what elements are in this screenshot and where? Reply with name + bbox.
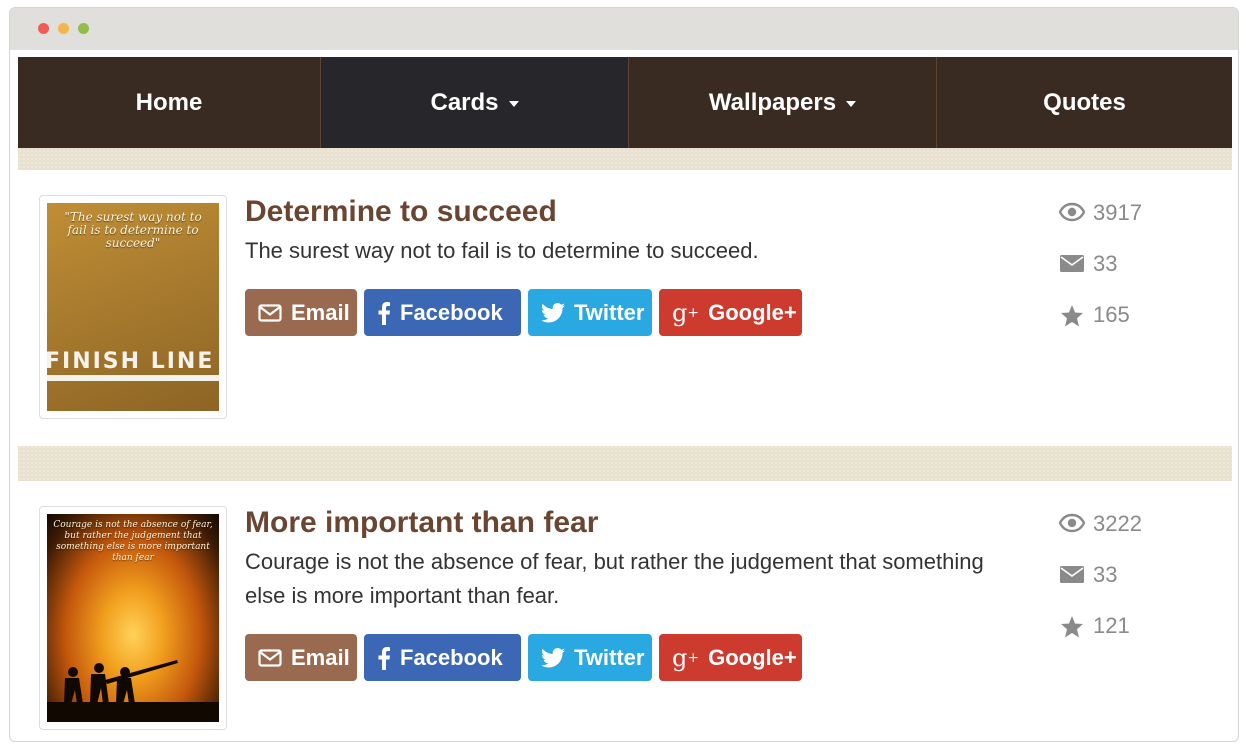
views-count: 3917 <box>1093 200 1142 225</box>
twitter-share-button[interactable]: Twitter <box>528 634 652 681</box>
stars-stat: 121 <box>1059 613 1142 664</box>
google-button-label: Google+ <box>708 299 797 325</box>
card-stats: 3222 33 121 <box>1059 511 1142 664</box>
emails-count: 33 <box>1093 251 1118 276</box>
close-window-button[interactable] <box>38 23 49 34</box>
share-buttons: Email Facebook Twitter g + Google+ <box>245 289 802 336</box>
card-description: Courage is not the absence of fear, but … <box>245 549 984 608</box>
twitter-button-label: Twitter <box>574 299 645 325</box>
facebook-icon <box>377 646 391 670</box>
envelope-icon <box>1059 562 1085 584</box>
quote-image: "The surest way not to fail is to determ… <box>47 203 219 411</box>
google-button-label: Google+ <box>708 644 797 670</box>
nav-item-wallpapers[interactable]: Wallpapers <box>629 57 937 148</box>
nav-item-label: Home <box>135 88 203 116</box>
share-buttons: Email Facebook Twitter g + Google+ <box>245 634 802 681</box>
nav-item-quotes[interactable]: Quotes <box>937 57 1232 148</box>
site-content: Home Cards Wallpapers Quotes "The surest… <box>18 57 1232 741</box>
emails-stat: 33 <box>1059 562 1142 613</box>
email-share-button[interactable]: Email <box>245 289 357 336</box>
facebook-icon <box>377 301 391 325</box>
quote-thumbnail[interactable]: Courage is not the absence of fear, but … <box>39 506 227 730</box>
twitter-icon <box>541 647 565 668</box>
card-title[interactable]: More important than fear <box>245 506 598 540</box>
email-button-label: Email <box>291 644 350 670</box>
card-stats: 3917 33 165 <box>1059 200 1142 353</box>
quote-card: "The surest way not to fail is to determ… <box>18 170 1232 446</box>
views-count: 3222 <box>1093 511 1142 536</box>
stars-count: 165 <box>1093 302 1130 327</box>
quote-image: Courage is not the absence of fear, but … <box>47 514 219 722</box>
nav-item-cards[interactable]: Cards <box>321 57 629 148</box>
nav-item-label: Wallpapers <box>708 88 837 116</box>
google-plus-icon: g + <box>672 298 700 327</box>
star-icon <box>1059 302 1085 328</box>
card-title[interactable]: Determine to succeed <box>245 195 557 229</box>
eye-icon <box>1059 200 1085 222</box>
twitter-icon <box>541 302 565 323</box>
card-description: The surest way not to fail is to determi… <box>245 238 759 263</box>
minimize-window-button[interactable] <box>58 23 69 34</box>
star-icon <box>1059 613 1085 639</box>
caret-down-icon <box>508 100 519 107</box>
eye-icon <box>1059 511 1085 533</box>
caret-down-icon <box>846 100 857 107</box>
image-quote-text: "The surest way not to fail is to determ… <box>64 210 202 250</box>
image-quote-text: Courage is not the absence of fear, but … <box>53 520 213 563</box>
stars-stat: 165 <box>1059 302 1142 353</box>
twitter-button-label: Twitter <box>574 644 645 670</box>
twitter-share-button[interactable]: Twitter <box>528 289 652 336</box>
facebook-share-button[interactable]: Facebook <box>364 289 521 336</box>
finish-line-text: FINISH LINE <box>47 349 215 374</box>
emails-stat: 33 <box>1059 251 1142 302</box>
zoom-window-button[interactable] <box>78 23 89 34</box>
facebook-share-button[interactable]: Facebook <box>364 634 521 681</box>
envelope-icon <box>1059 251 1085 273</box>
nav-item-label: Quotes <box>1043 88 1126 116</box>
nav-item-home[interactable]: Home <box>18 57 321 148</box>
google-plus-icon: g + <box>672 643 700 672</box>
finish-line-stripe <box>47 375 219 381</box>
firefighters-silhouette <box>47 660 219 722</box>
quote-card: Courage is not the absence of fear, but … <box>18 481 1232 741</box>
email-button-label: Email <box>291 299 350 325</box>
nav-item-label: Cards <box>430 88 499 116</box>
email-share-button[interactable]: Email <box>245 634 357 681</box>
window-titlebar <box>10 8 1238 50</box>
envelope-icon <box>258 648 282 667</box>
views-stat: 3222 <box>1059 511 1142 562</box>
envelope-icon <box>258 303 282 322</box>
google-plus-share-button[interactable]: g + Google+ <box>659 289 802 336</box>
stars-count: 121 <box>1093 613 1130 638</box>
main-nav: Home Cards Wallpapers Quotes <box>18 57 1232 148</box>
facebook-button-label: Facebook <box>400 644 503 670</box>
views-stat: 3917 <box>1059 200 1142 251</box>
facebook-button-label: Facebook <box>400 299 503 325</box>
google-plus-share-button[interactable]: g + Google+ <box>659 634 802 681</box>
quote-thumbnail[interactable]: "The surest way not to fail is to determ… <box>39 195 227 419</box>
emails-count: 33 <box>1093 562 1118 587</box>
browser-window: Home Cards Wallpapers Quotes "The surest… <box>9 7 1239 742</box>
